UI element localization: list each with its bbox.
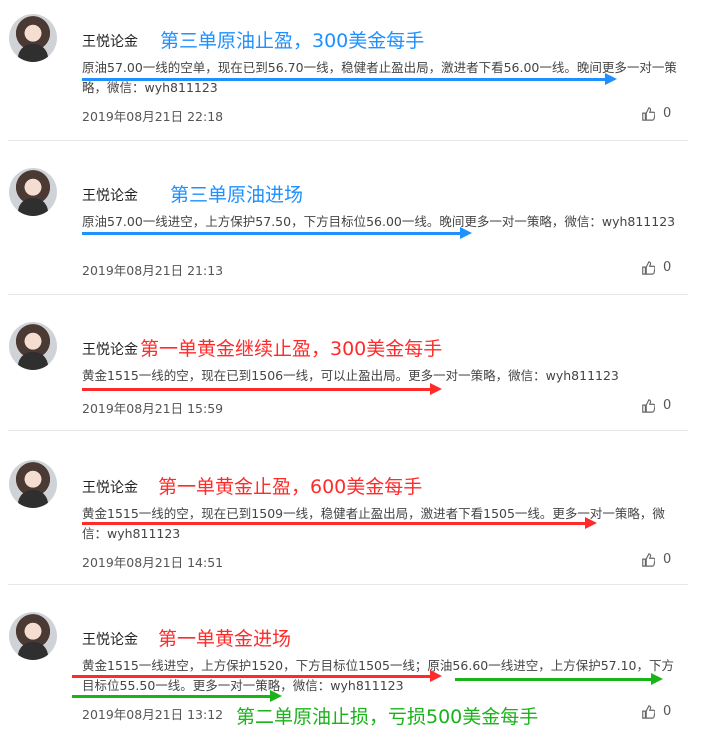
annotation-arrow [82, 383, 442, 395]
divider [8, 430, 688, 431]
post-5: 王悦论金 第一单黄金进场 黄金1515一线进空，上方保护1520，下方目标位15… [0, 598, 701, 748]
annotation-arrow [455, 673, 663, 685]
post-headline: 第一单黄金继续止盈，300美金每手 [140, 338, 443, 360]
post-2: 王悦论金 第三单原油进场 原油57.00一线进空，上方保护57.50，下方目标位… [0, 154, 701, 304]
post-headline: 第三单原油止盈，300美金每手 [160, 30, 425, 52]
post-time: 2019年08月21日 15:59 [82, 401, 224, 416]
post-3: 王悦论金 第一单黄金继续止盈，300美金每手 黄金1515一线的空，现在已到15… [0, 308, 701, 458]
divider [8, 140, 688, 141]
avatar[interactable] [9, 168, 57, 216]
post-headline: 第一单黄金进场 [158, 628, 292, 650]
post-1: 王悦论金 第三单原油止盈，300美金每手 原油57.00一线的空单，现在已到56… [0, 0, 701, 150]
post-time: 2019年08月21日 22:18 [82, 109, 224, 124]
post-content: 原油57.00一线进空，上方保护57.50，下方目标位56.00一线。晚间更多一… [82, 214, 676, 229]
like-count: 0 [663, 552, 672, 567]
extra-headline: 第二单原油止损，亏损500美金每手 [236, 706, 539, 728]
post-4: 王悦论金 第一单黄金止盈，600美金每手 黄金1515一线的空，现在已到1509… [0, 446, 701, 596]
author-name[interactable]: 王悦论金 [82, 185, 138, 205]
post-headline: 第三单原油进场 [170, 184, 304, 206]
divider [8, 294, 688, 295]
like-count: 0 [663, 260, 672, 275]
thumbs-up-icon [642, 398, 655, 413]
avatar[interactable] [9, 322, 57, 370]
avatar[interactable] [9, 612, 57, 660]
like-button[interactable]: 0 [641, 106, 671, 121]
post-time: 2019年08月21日 21:13 [82, 263, 224, 278]
like-count: 0 [663, 398, 672, 413]
post-headline: 第一单黄金止盈，600美金每手 [158, 476, 423, 498]
annotation-arrow [82, 517, 597, 529]
post-content: 黄金1515一线的空，现在已到1506一线，可以止盈出局。更多一对一策略，微信：… [82, 368, 619, 383]
thumbs-up-icon [642, 552, 655, 567]
author-name[interactable]: 王悦论金 [82, 339, 138, 359]
like-button[interactable]: 0 [641, 552, 671, 567]
thumbs-up-icon [642, 260, 655, 275]
avatar[interactable] [9, 460, 57, 508]
avatar[interactable] [9, 14, 57, 62]
like-button[interactable]: 0 [641, 260, 671, 275]
author-name[interactable]: 王悦论金 [82, 477, 138, 497]
thumbs-up-icon [642, 106, 655, 121]
like-button[interactable]: 0 [641, 704, 671, 719]
like-button[interactable]: 0 [641, 398, 671, 413]
thumbs-up-icon [642, 704, 655, 719]
author-name[interactable]: 王悦论金 [82, 31, 138, 51]
like-count: 0 [663, 106, 672, 121]
like-count: 0 [663, 704, 672, 719]
annotation-arrow [82, 73, 617, 85]
annotation-arrow [72, 690, 282, 702]
author-name[interactable]: 王悦论金 [82, 629, 138, 649]
post-time: 2019年08月21日 14:51 [82, 555, 224, 570]
annotation-arrow [82, 227, 472, 239]
annotation-arrow [72, 670, 442, 682]
divider [8, 584, 688, 585]
post-time: 2019年08月21日 13:12 [82, 707, 224, 722]
